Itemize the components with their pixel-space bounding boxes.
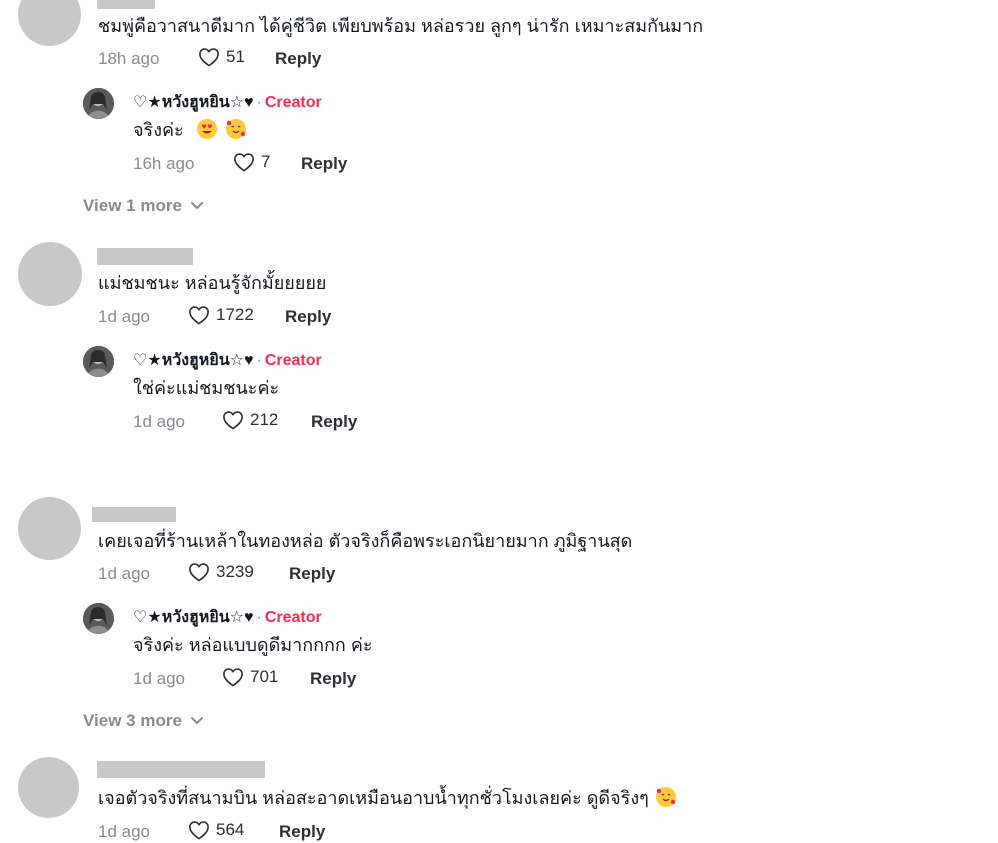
creator-badge: Creator bbox=[264, 94, 322, 111]
comment-time: 18h ago bbox=[98, 49, 160, 68]
reply-button[interactable]: Reply bbox=[310, 669, 356, 689]
comment-time: 1d ago bbox=[98, 307, 150, 326]
creator-badge: Creator bbox=[264, 352, 322, 369]
reply-button[interactable]: Reply bbox=[301, 154, 347, 174]
like-button[interactable]: 212 bbox=[222, 410, 278, 430]
commenter-avatar[interactable] bbox=[18, 242, 82, 306]
reply-button[interactable]: Reply bbox=[285, 307, 331, 327]
creator-avatar[interactable] bbox=[83, 88, 114, 119]
like-button[interactable]: 51 bbox=[198, 47, 245, 67]
comment-text: เจอตัวจริงที่สนามบิน หล่อสะอาดเหมือนอาบน… bbox=[98, 787, 676, 809]
reply-button[interactable]: Reply bbox=[311, 412, 357, 432]
creator-username[interactable]: ♡★หวังฮูหยิน☆♥ bbox=[133, 609, 254, 626]
reply-time: 1d ago bbox=[133, 669, 185, 688]
like-button[interactable]: 3239 bbox=[188, 562, 254, 582]
like-count: 7 bbox=[261, 152, 271, 171]
like-count: 1722 bbox=[216, 305, 254, 324]
heart-icon bbox=[199, 48, 219, 67]
heart-icon bbox=[189, 306, 209, 325]
heart-icon bbox=[223, 668, 243, 687]
view-more-label: View 1 more bbox=[83, 196, 182, 215]
creator-badge: Creator bbox=[264, 609, 322, 626]
creator-avatar[interactable] bbox=[83, 346, 114, 377]
commenter-avatar[interactable] bbox=[18, 497, 81, 560]
creator-avatar[interactable] bbox=[83, 603, 114, 634]
like-count: 564 bbox=[216, 820, 245, 839]
heart-icon bbox=[234, 153, 254, 172]
comment-text: แม่ชมชนะ หล่อนรู้จักมั้ยยยยย bbox=[98, 273, 327, 293]
separator-dot: · bbox=[256, 94, 262, 111]
separator-dot: · bbox=[256, 352, 262, 369]
smiling-face-with-hearts-emoji bbox=[225, 119, 246, 139]
like-button[interactable]: 7 bbox=[233, 152, 270, 172]
creator-username[interactable]: ♡★หวังฮูหยิน☆♥ bbox=[133, 94, 254, 111]
smiling-face-with-hearts-emoji bbox=[655, 787, 676, 807]
comment-time: 1d ago bbox=[98, 822, 150, 841]
reply-text-content: จริงค่ะ bbox=[133, 120, 184, 140]
like-count: 3239 bbox=[216, 562, 254, 581]
view-more-replies-button[interactable]: View 3 more bbox=[83, 711, 204, 731]
like-count: 51 bbox=[226, 47, 245, 66]
redacted-username bbox=[97, 0, 155, 9]
comment-text: ชมพู่คือวาสนาดีมาก ได้คู่ชีวิต เพียบพร้อ… bbox=[98, 16, 704, 36]
view-more-label: View 3 more bbox=[83, 711, 182, 730]
reply-button[interactable]: Reply bbox=[279, 822, 325, 842]
heart-eyes-emoji bbox=[196, 119, 217, 139]
reply-button[interactable]: Reply bbox=[289, 564, 335, 584]
redacted-username bbox=[97, 248, 193, 265]
creator-username-row: ♡★หวังฮูหยิน☆♥ · Creator bbox=[133, 93, 322, 113]
creator-username[interactable]: ♡★หวังฮูหยิน☆♥ bbox=[133, 352, 254, 369]
redacted-username bbox=[97, 761, 265, 778]
redacted-username bbox=[92, 507, 176, 522]
reply-text: จริงค่ะ bbox=[133, 119, 246, 141]
creator-username-row: ♡★หวังฮูหยิน☆♥ · Creator bbox=[133, 608, 322, 628]
like-button[interactable]: 701 bbox=[222, 667, 278, 687]
like-button[interactable]: 1722 bbox=[188, 305, 254, 325]
commenter-avatar[interactable] bbox=[18, 0, 81, 46]
comment-text: เคยเจอที่ร้านเหล้าในทองหล่อ ตัวจริงก็คือ… bbox=[98, 531, 633, 551]
heart-icon bbox=[189, 563, 209, 582]
like-count: 701 bbox=[250, 667, 279, 686]
heart-icon bbox=[189, 821, 209, 840]
creator-username-row: ♡★หวังฮูหยิน☆♥ · Creator bbox=[133, 351, 322, 371]
comment-time: 1d ago bbox=[98, 564, 150, 583]
view-more-replies-button[interactable]: View 1 more bbox=[83, 196, 204, 216]
reply-time: 16h ago bbox=[133, 154, 195, 173]
reply-button[interactable]: Reply bbox=[275, 49, 321, 69]
separator-dot: · bbox=[256, 609, 262, 626]
reply-time: 1d ago bbox=[133, 412, 185, 431]
heart-icon bbox=[223, 411, 243, 430]
reply-text: จริงค่ะ หล่อแบบดูดีมากกกก ค่ะ bbox=[133, 635, 373, 655]
chevron-down-icon bbox=[190, 717, 203, 724]
chevron-down-icon bbox=[190, 202, 203, 209]
commenter-avatar[interactable] bbox=[18, 757, 79, 818]
like-button[interactable]: 564 bbox=[188, 820, 244, 840]
comment-text-content: เจอตัวจริงที่สนามบิน หล่อสะอาดเหมือนอาบน… bbox=[98, 788, 649, 808]
like-count: 212 bbox=[250, 410, 279, 429]
reply-text: ใช่ค่ะแม่ชมชนะค่ะ bbox=[133, 378, 280, 398]
